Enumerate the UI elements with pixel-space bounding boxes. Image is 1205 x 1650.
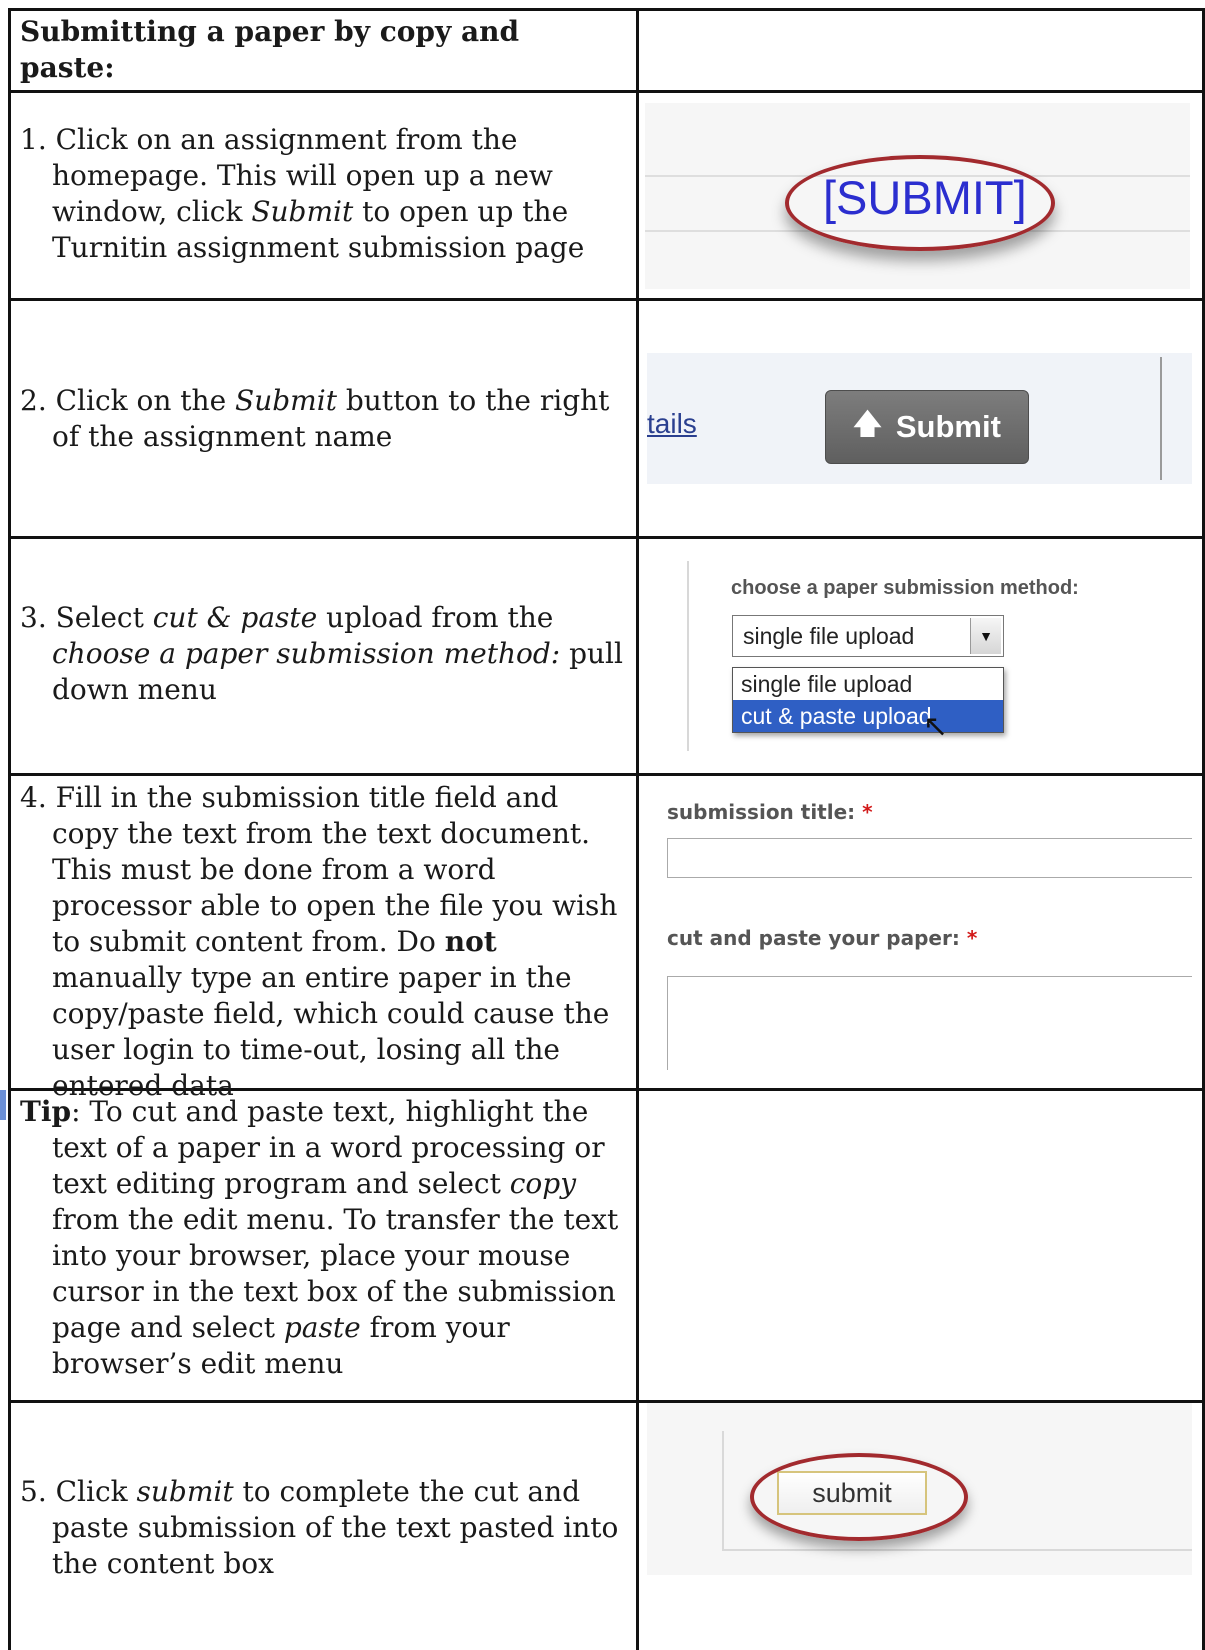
step-5-text: 5. Click submit to complete the cut and …: [20, 1475, 619, 1580]
option-cut-paste-upload[interactable]: cut & paste upload: [733, 700, 1003, 732]
dropdown-arrow-icon[interactable]: ▼: [970, 618, 1001, 654]
details-link[interactable]: tails: [647, 408, 697, 440]
row-divider: [8, 536, 1205, 539]
submit-button-label: Submit: [895, 409, 1001, 444]
selected-value: single file upload: [743, 623, 915, 649]
row-divider: [8, 90, 1205, 93]
upload-arrow-icon: 🡅: [853, 408, 882, 439]
required-mark: *: [966, 926, 978, 950]
margin-marker: [0, 1090, 6, 1120]
step-2-text: 2. Click on the Submit button to the rig…: [20, 384, 610, 453]
submission-title-input[interactable]: [667, 838, 1192, 878]
screenshot-final-submit: submit: [647, 1403, 1192, 1575]
title-text: Submitting a paper by copy and paste:: [20, 15, 520, 84]
submission-title-label: submission title: *: [667, 800, 873, 824]
option-single-file-upload[interactable]: single file upload: [733, 668, 1003, 700]
page-title: Submitting a paper by copy and paste:: [20, 14, 580, 86]
tip-text: Tip: To cut and paste text, highlight th…: [20, 1095, 619, 1380]
paste-paper-textarea[interactable]: [667, 976, 1192, 1070]
required-mark: *: [862, 800, 873, 824]
paste-paper-label: cut and paste your paper: *: [667, 926, 978, 950]
highlight-ring: [750, 1453, 968, 1541]
table-border-left: [8, 8, 11, 1650]
submission-method-options: single file upload cut & paste upload: [732, 667, 1004, 733]
table-border-top: [8, 8, 1205, 11]
screenshot-submission-form: submission title: * cut and paste your p…: [647, 786, 1192, 1070]
submit-button[interactable]: 🡅 Submit: [825, 390, 1029, 464]
submission-method-select[interactable]: single file upload ▼: [732, 615, 1004, 657]
step-3-text: 3. Select cut & paste upload from the ch…: [20, 601, 623, 706]
row-divider: [8, 773, 1205, 776]
step-1-text: 1. Click on an assignment from the homep…: [20, 123, 585, 264]
step-4-text: 4. Fill in the submission title field an…: [20, 781, 618, 1102]
divider: [1160, 357, 1162, 480]
submit-link[interactable]: [SUBMIT]: [823, 170, 1027, 225]
screenshot-submission-method: choose a paper submission method: single…: [647, 561, 1187, 751]
mouse-cursor-icon: ↖: [923, 710, 949, 743]
table-column-divider: [636, 8, 639, 1650]
screenshot-submit-link: [SUBMIT]: [645, 103, 1190, 289]
row-divider: [8, 298, 1205, 301]
divider: [687, 561, 689, 751]
submission-method-label: choose a paper submission method:: [731, 577, 1079, 599]
screenshot-submit-button: tails 🡅 Submit: [647, 353, 1192, 484]
